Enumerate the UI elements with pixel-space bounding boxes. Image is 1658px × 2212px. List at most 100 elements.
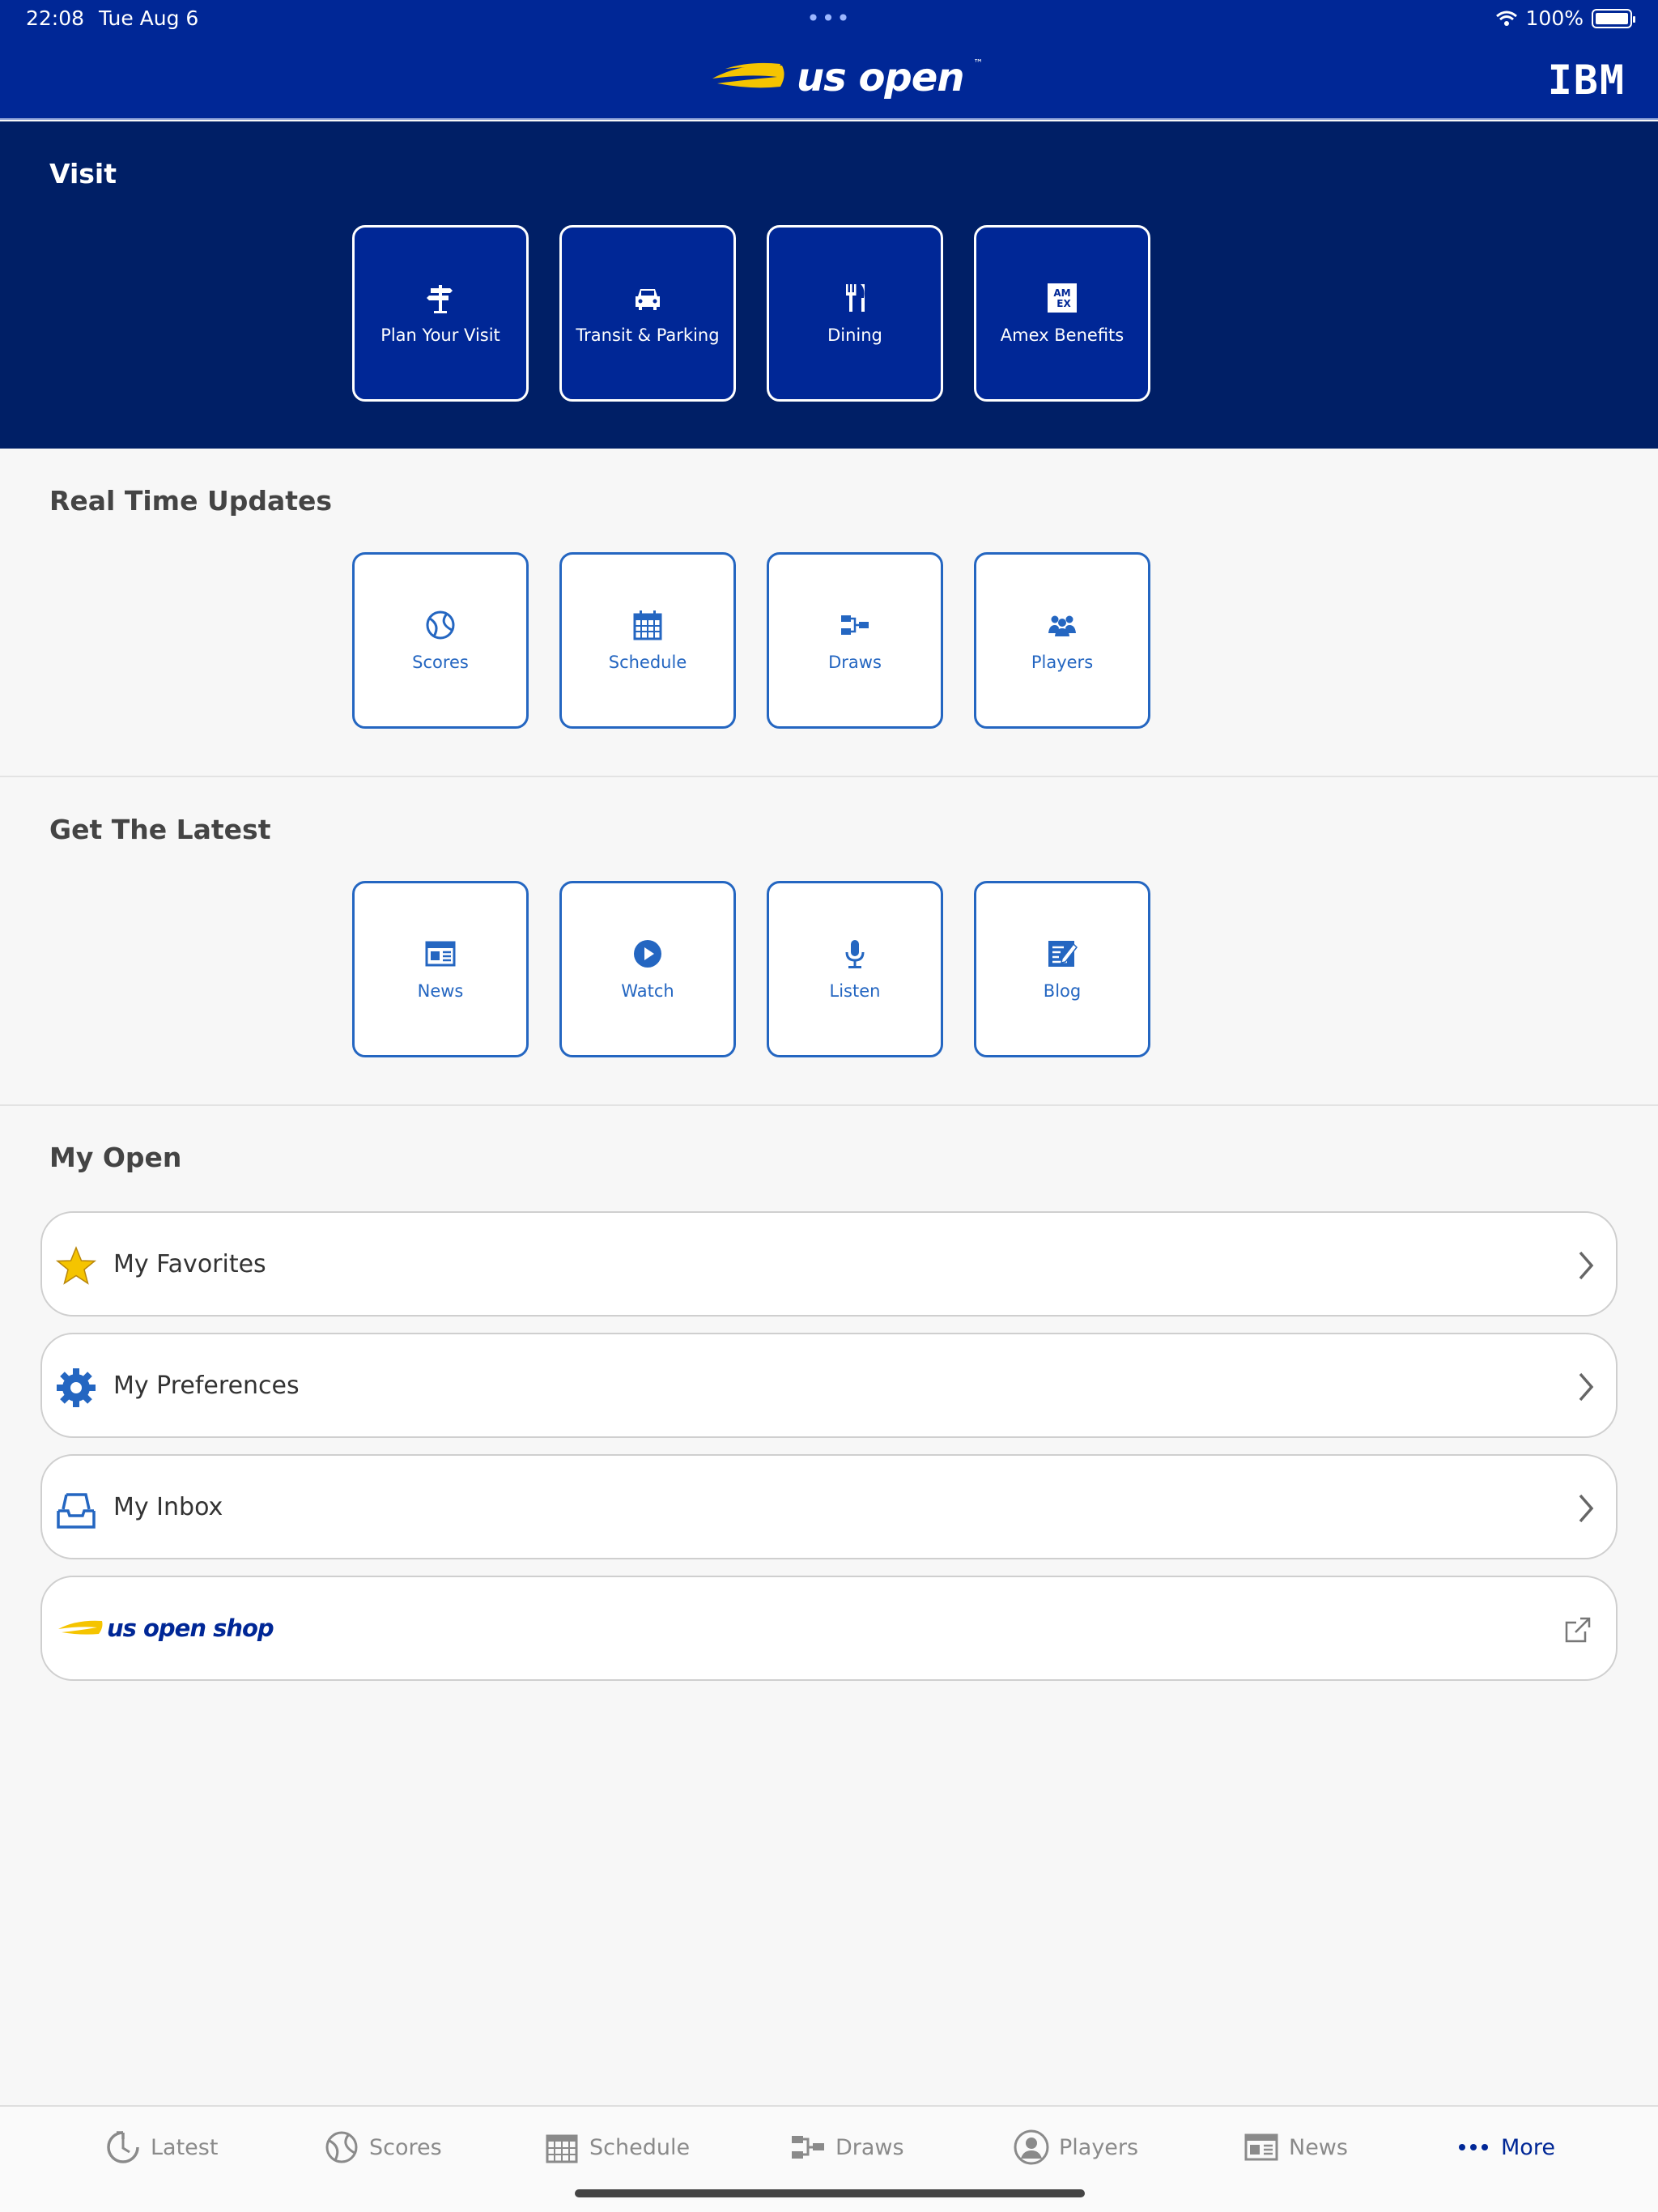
tile-label: Listen xyxy=(829,981,881,1001)
tile-dining[interactable]: Dining xyxy=(767,225,943,402)
tile-schedule[interactable]: Schedule xyxy=(559,552,736,729)
chevron-right-icon xyxy=(1579,1372,1594,1402)
battery-percent: 100% xyxy=(1525,6,1584,30)
status-time: 22:08 xyxy=(26,6,85,30)
shop-text: us open shop xyxy=(107,1614,274,1642)
ibm-logo: IBM xyxy=(1547,57,1626,104)
car-icon xyxy=(636,289,660,310)
play-icon xyxy=(634,940,661,968)
tile-scores[interactable]: Scores xyxy=(352,552,529,729)
amex-icon: AM EX xyxy=(1048,283,1077,313)
external-link-icon xyxy=(1565,1617,1591,1643)
tab-latest[interactable]: Latest xyxy=(105,2129,218,2165)
get-the-latest-title: Get The Latest xyxy=(49,814,271,845)
status-date: Tue Aug 6 xyxy=(99,6,199,30)
tab-label: Latest xyxy=(151,2134,219,2160)
tab-scores[interactable]: Scores xyxy=(324,2129,442,2165)
person-icon xyxy=(1014,2129,1049,2165)
tab-news[interactable]: News xyxy=(1244,2129,1348,2165)
trademark-mark: ™ xyxy=(973,57,984,69)
tile-news[interactable]: News xyxy=(352,881,529,1057)
newspaper-icon xyxy=(425,941,456,967)
tile-label: Blog xyxy=(1043,981,1082,1001)
tile-label: Scores xyxy=(412,653,469,672)
home-indicator[interactable] xyxy=(575,2189,1085,2197)
logo-text: us open xyxy=(797,55,965,100)
us-open-shop-row[interactable]: us open shop xyxy=(40,1576,1618,1681)
refresh-icon xyxy=(107,2131,139,2163)
chevron-right-icon xyxy=(1579,1494,1594,1523)
tile-transit-parking[interactable]: Transit & Parking xyxy=(559,225,736,402)
tab-players[interactable]: Players xyxy=(1014,2129,1138,2165)
visit-tiles: Plan Your Visit Transit & Parking Dining xyxy=(352,225,1150,402)
tile-amex-benefits[interactable]: AM EX Amex Benefits xyxy=(974,225,1150,402)
newspaper-icon xyxy=(1244,2133,1278,2161)
tile-label: Amex Benefits xyxy=(1000,325,1124,345)
tile-plan-your-visit[interactable]: Plan Your Visit xyxy=(352,225,529,402)
tile-label: Watch xyxy=(621,981,674,1001)
row-label: My Favorites xyxy=(113,1249,266,1278)
wifi-icon xyxy=(1495,11,1517,26)
my-open-title: My Open xyxy=(49,1142,182,1173)
latest-tiles: News Watch Listen Blog xyxy=(352,881,1150,1057)
logo-swoosh-icon xyxy=(712,62,784,88)
tab-label: More xyxy=(1501,2134,1555,2160)
tab-draws[interactable]: Draws xyxy=(790,2129,904,2165)
tab-schedule[interactable]: Schedule xyxy=(544,2129,690,2165)
tab-label: Draws xyxy=(835,2134,904,2160)
app-header: 22:08 Tue Aug 6 ••• 100% us open ™ IBM xyxy=(0,0,1658,120)
tile-label: Dining xyxy=(827,325,882,345)
my-open-section: My Open My Favorites My Preferences My I… xyxy=(0,1106,1658,1705)
svg-text:EX: EX xyxy=(1056,298,1071,309)
gear-icon xyxy=(57,1368,96,1407)
my-preferences-row[interactable]: My Preferences xyxy=(40,1333,1618,1438)
blog-icon xyxy=(1048,941,1078,967)
tab-label: Scores xyxy=(369,2134,442,2160)
people-icon xyxy=(1048,615,1076,636)
tile-label: Transit & Parking xyxy=(576,325,720,345)
svg-text:AM: AM xyxy=(1053,287,1070,299)
tab-more[interactable]: More xyxy=(1456,2129,1555,2165)
my-favorites-row[interactable]: My Favorites xyxy=(40,1211,1618,1317)
star-icon xyxy=(55,1246,97,1285)
tile-label: Players xyxy=(1031,653,1094,672)
tab-label: Players xyxy=(1059,2134,1139,2160)
us-open-shop-logo: us open shop xyxy=(57,1614,274,1642)
bracket-icon xyxy=(841,615,869,635)
tile-listen[interactable]: Listen xyxy=(767,881,943,1057)
row-label: My Inbox xyxy=(113,1492,223,1521)
visit-title: Visit xyxy=(49,158,117,189)
tile-label: Draws xyxy=(828,653,882,672)
status-right: 100% xyxy=(1495,6,1635,30)
row-label: My Preferences xyxy=(113,1371,300,1400)
tab-label: News xyxy=(1289,2134,1348,2160)
inbox-icon xyxy=(57,1493,96,1529)
tile-label: Plan Your Visit xyxy=(380,325,500,345)
tile-draws[interactable]: Draws xyxy=(767,552,943,729)
tile-label: Schedule xyxy=(608,653,687,672)
tennis-ball-icon xyxy=(325,2131,358,2163)
calendar-icon xyxy=(546,2134,578,2163)
real-time-updates-section: Real Time Updates Scores Schedule Draws … xyxy=(0,449,1658,777)
tile-label: News xyxy=(417,981,464,1001)
tile-watch[interactable]: Watch xyxy=(559,881,736,1057)
real-time-tiles: Scores Schedule Draws Players xyxy=(352,552,1150,729)
tennis-ball-icon xyxy=(426,610,455,640)
status-bar: 22:08 Tue Aug 6 ••• 100% xyxy=(26,5,1635,32)
my-inbox-row[interactable]: My Inbox xyxy=(40,1454,1618,1559)
get-the-latest-section: Get The Latest News Watch Listen Blog xyxy=(0,777,1658,1106)
my-open-list: My Favorites My Preferences My Inbox us … xyxy=(40,1211,1618,1697)
tile-players[interactable]: Players xyxy=(974,552,1150,729)
battery-icon xyxy=(1592,8,1635,28)
microphone-icon xyxy=(845,940,865,968)
shop-swoosh-icon xyxy=(58,1620,103,1635)
utensils-icon xyxy=(846,284,865,312)
tab-label: Schedule xyxy=(589,2134,691,2160)
tile-blog[interactable]: Blog xyxy=(974,881,1150,1057)
calendar-icon xyxy=(633,610,662,640)
bracket-icon xyxy=(792,2136,824,2159)
chevron-right-icon xyxy=(1579,1251,1594,1280)
multitasking-dots-icon[interactable]: ••• xyxy=(806,5,852,32)
real-time-updates-title: Real Time Updates xyxy=(49,485,333,517)
signpost-icon xyxy=(427,285,453,313)
